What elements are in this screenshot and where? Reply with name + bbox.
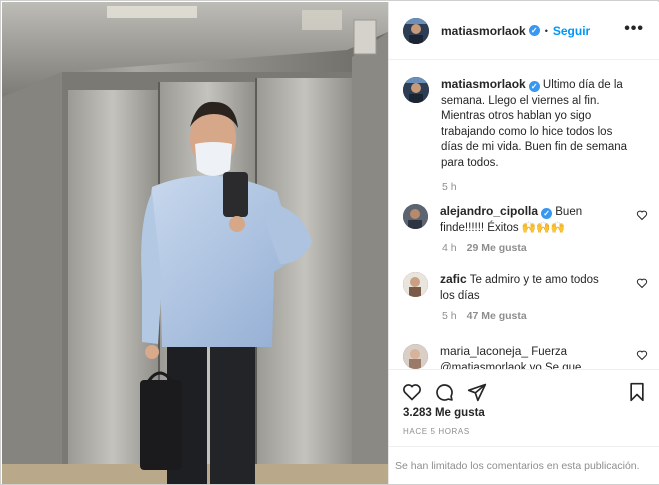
separator-dot: • [544,25,548,36]
likes-count[interactable]: 3.283 Me gusta [403,407,485,419]
caption-item: matiasmorlaok ✓ Ultimo día de la semana. … [403,77,648,193]
bookmark-icon[interactable] [627,382,647,402]
commenter-avatar[interactable] [403,204,428,229]
more-options-icon[interactable]: ••• [624,21,644,37]
commenter-avatar[interactable] [403,272,428,297]
comment-username[interactable]: maria_laconeja_ [440,344,528,358]
verified-badge-icon: ✓ [528,25,540,36]
comment-time[interactable]: 5 h [442,310,457,322]
elevator-selfie-image [2,2,388,484]
caption-text: Ultimo día de la semana. Llego el vierne… [441,79,628,169]
post-actions: 3.283 Me gusta HACE 5 HORAS Se han limit… [389,369,659,484]
post-timestamp[interactable]: HACE 5 HORAS [403,427,470,436]
comment-time[interactable]: 4 h [442,242,457,254]
share-icon[interactable] [467,382,487,402]
caption-username[interactable]: matiasmorlaok [441,77,526,91]
comment-likes[interactable]: 29 Me gusta [467,242,527,254]
instagram-post-window: matiasmorlaok ✓ • Seguir ••• matiasmorla… [0,0,659,485]
caption-avatar[interactable] [403,77,429,103]
commenter-avatar[interactable] [403,344,428,369]
heart-icon[interactable] [636,277,648,289]
heart-icon[interactable] [636,349,648,361]
verified-badge-icon: ✓ [528,81,540,92]
post-side-panel: matiasmorlaok ✓ • Seguir ••• matiasmorla… [388,2,659,484]
caption-time[interactable]: 5 h [442,181,457,193]
post-photo[interactable] [2,2,388,484]
verified-badge-icon: ✓ [541,208,553,219]
comments-limited-notice: Se han limitado los comentarios en esta … [389,446,659,484]
author-avatar[interactable] [403,17,429,44]
comment-icon[interactable] [434,382,454,402]
comment-username[interactable]: zafic [440,272,467,286]
comments-scroll-area[interactable]: matiasmorlaok ✓ Ultimo día de la semana. … [389,61,659,369]
heart-icon[interactable] [636,209,648,221]
heart-icon[interactable] [402,382,422,402]
comment-item: maria_laconeja_ Fuerza @matiasmorlaok yo… [403,344,648,369]
author-username[interactable]: matiasmorlaok [441,24,526,38]
follow-button[interactable]: Seguir [553,24,590,38]
post-header: matiasmorlaok ✓ • Seguir ••• [389,2,659,60]
comment-item: alejandro_cipolla ✓ Buen finde!!!!!! Éxit… [403,204,648,254]
comment-item: zafic Te admiro y te amo todos los días … [403,272,648,322]
comment-likes[interactable]: 47 Me gusta [467,310,527,322]
comment-username[interactable]: alejandro_cipolla [440,204,538,218]
